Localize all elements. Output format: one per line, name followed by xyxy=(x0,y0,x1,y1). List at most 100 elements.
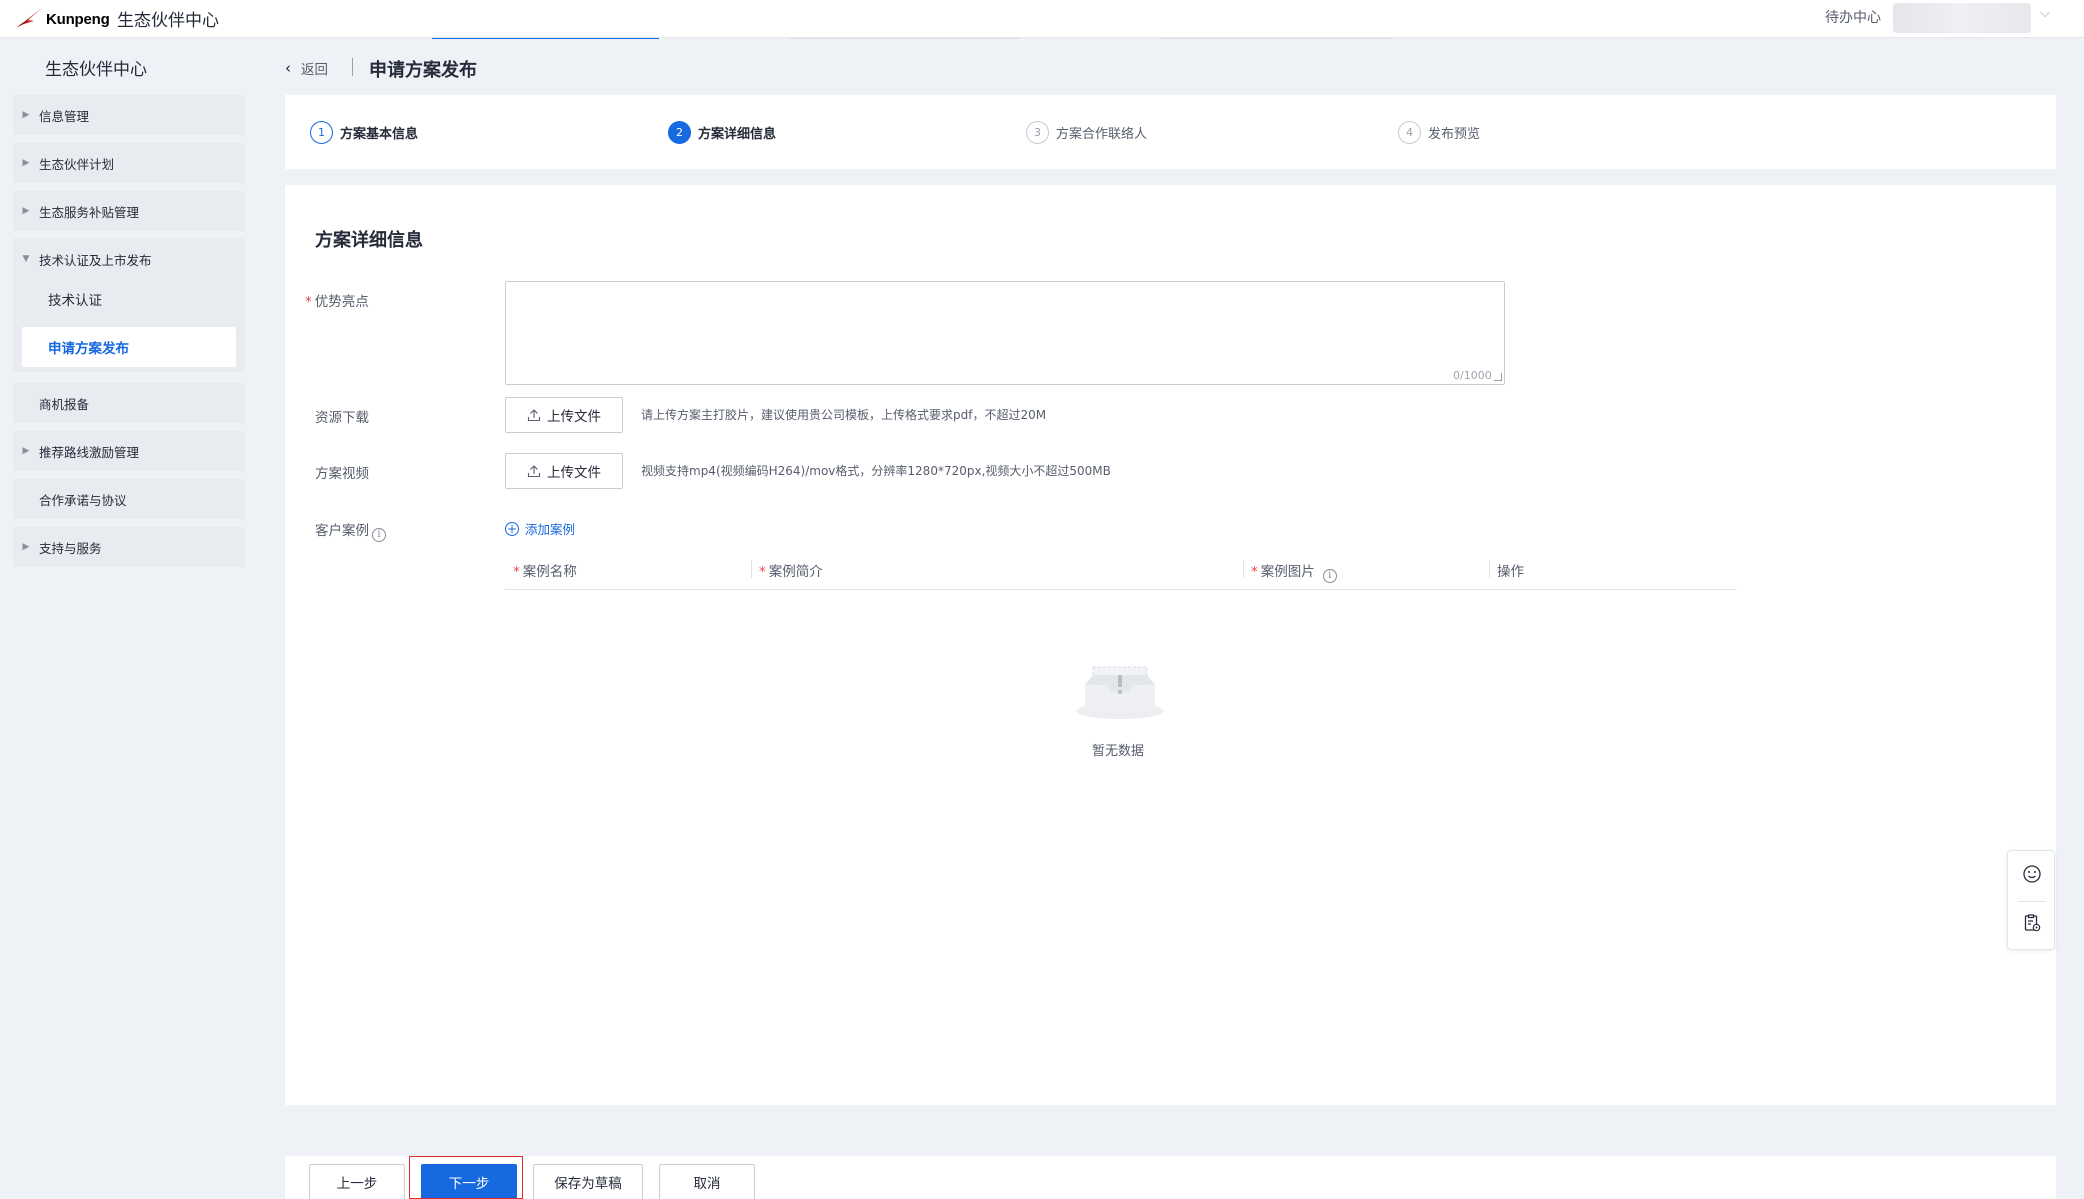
step-detail-info[interactable]: 2 方案详细信息 xyxy=(668,121,776,144)
upload-label: 上传文件 xyxy=(547,409,601,425)
step-contacts: 3 方案合作联络人 xyxy=(1026,121,1147,144)
sidebar-item-label: 生态伙伴计划 xyxy=(39,156,115,172)
sidebar-item-label: 推荐路线激励管理 xyxy=(39,444,140,460)
char-counter: 0/1000 xyxy=(1453,369,1492,382)
header-divider xyxy=(352,58,353,76)
kunpeng-bird-icon xyxy=(16,8,42,28)
caret-down-icon: ▼ xyxy=(22,254,30,264)
cases-table-header: * 案例名称 * 案例简介 * 案例图片 i 操作 xyxy=(505,557,1737,590)
info-icon[interactable]: i xyxy=(1322,568,1337,583)
advantage-label-text: 优势亮点 xyxy=(314,294,369,310)
caret-right-icon: ▶ xyxy=(22,158,30,168)
upload-label: 上传文件 xyxy=(547,465,601,481)
add-case-link[interactable]: + 添加案例 xyxy=(505,519,575,538)
sidebar-item-label: 合作承诺与协议 xyxy=(39,492,127,508)
chevron-down-icon[interactable]: ⌵ xyxy=(2040,6,2050,21)
step-basic-info[interactable]: 1 方案基本信息 xyxy=(310,121,418,144)
sidebar-title: 生态伙伴中心 xyxy=(45,60,147,80)
empty-box-icon xyxy=(1076,666,1164,719)
caret-right-icon: ▶ xyxy=(22,110,30,120)
required-mark: * xyxy=(305,294,312,310)
step-preview: 4 发布预览 xyxy=(1398,121,1480,144)
advantage-label: * 优势亮点 xyxy=(305,290,369,310)
add-case-label: 添加案例 xyxy=(525,522,576,537)
clipboard-settings-icon[interactable] xyxy=(2022,913,2042,933)
column-label: 案例简介 xyxy=(768,564,823,580)
sidebar-item-support-service[interactable]: ▶ 支持与服务 xyxy=(13,527,245,567)
cancel-button[interactable]: 取消 xyxy=(659,1164,755,1199)
save-draft-button[interactable]: 保存为草稿 xyxy=(533,1164,643,1199)
column-separator xyxy=(1243,560,1244,578)
step-label: 方案基本信息 xyxy=(340,127,419,142)
sidebar-subitem-label: 申请方案发布 xyxy=(48,341,129,357)
kunpeng-logo[interactable]: Kunpeng xyxy=(14,4,110,34)
sidebar-item-tech-cert-release[interactable]: ▼ 技术认证及上市发布 xyxy=(13,239,245,279)
caret-right-icon: ▶ xyxy=(22,542,30,552)
info-icon[interactable]: i xyxy=(372,527,386,542)
required-mark: * xyxy=(513,564,520,580)
upload-video-button[interactable]: 上传文件 xyxy=(505,453,623,489)
sidebar-subitem-tech-cert[interactable]: 技术认证 xyxy=(22,279,236,319)
cases-label-text: 客户案例 xyxy=(315,523,369,539)
steps-card xyxy=(285,95,2056,169)
sidebar-item-label: 生态服务补贴管理 xyxy=(39,204,140,220)
column-separator xyxy=(751,560,752,578)
column-separator xyxy=(1489,560,1490,578)
step-label: 方案详细信息 xyxy=(698,127,777,142)
video-label: 方案视频 xyxy=(315,466,369,482)
back-link[interactable]: ‹ 返回 xyxy=(285,58,328,78)
column-header-actions: 操作 xyxy=(1497,564,1524,580)
sidebar-item-label: 支持与服务 xyxy=(39,540,102,556)
sidebar-item-subsidy-management[interactable]: ▶ 生态服务补贴管理 xyxy=(13,191,245,231)
sidebar-item-label: 商机报备 xyxy=(39,396,90,412)
upload-resource-button[interactable]: 上传文件 xyxy=(505,397,623,433)
sidebar-item-opportunity-report[interactable]: 商机报备 xyxy=(13,383,245,423)
plus-circle-icon: + xyxy=(505,521,519,536)
required-mark: * xyxy=(759,564,766,580)
highlight-box xyxy=(409,1156,523,1199)
section-title: 方案详细信息 xyxy=(315,230,423,251)
caret-right-icon: ▶ xyxy=(22,206,30,216)
empty-state-text: 暂无数据 xyxy=(1092,744,1145,759)
step-label: 方案合作联络人 xyxy=(1056,127,1148,142)
step-label: 发布预览 xyxy=(1428,127,1481,142)
advantage-textarea[interactable] xyxy=(505,281,1505,385)
prev-step-button[interactable]: 上一步 xyxy=(309,1164,405,1199)
sidebar-item-route-incentive[interactable]: ▶ 推荐路线激励管理 xyxy=(13,431,245,471)
app-title[interactable]: 生态伙伴中心 xyxy=(117,6,219,31)
step-number: 2 xyxy=(668,121,691,144)
top-bar: Kunpeng 生态伙伴中心 待办中心 ⌵ xyxy=(0,0,2084,38)
sidebar-subitem-label: 技术认证 xyxy=(48,293,102,309)
smiley-feedback-icon[interactable] xyxy=(2022,864,2042,884)
sidebar-item-info-management[interactable]: ▶ 信息管理 xyxy=(13,95,245,135)
video-hint: 视频支持mp4(视频编码H264)/mov格式，分辨率1280*720px,视频… xyxy=(641,464,1111,478)
sidebar-subitem-apply-release[interactable]: 申请方案发布 xyxy=(22,327,236,367)
sidebar-item-cooperation-agreement[interactable]: 合作承诺与协议 xyxy=(13,479,245,519)
step-number: 1 xyxy=(310,121,333,144)
back-label: 返回 xyxy=(301,62,328,78)
todo-center-link[interactable]: 待办中心 xyxy=(1825,7,1881,27)
toolbar-separator xyxy=(2018,901,2046,902)
step-number: 3 xyxy=(1026,121,1049,144)
resize-handle[interactable] xyxy=(1494,373,1502,381)
chevron-left-icon: ‹ xyxy=(285,59,291,77)
column-header-case-name: * 案例名称 xyxy=(513,560,577,580)
resource-label: 资源下载 xyxy=(315,410,369,426)
user-account-menu[interactable] xyxy=(1893,3,2031,33)
page-title: 申请方案发布 xyxy=(369,60,477,81)
column-label: 案例名称 xyxy=(522,564,577,580)
logo-text: Kunpeng xyxy=(46,10,110,28)
required-mark: * xyxy=(1251,564,1258,580)
resource-hint: 请上传方案主打胶片，建议使用贵公司模板，上传格式要求pdf，不超过20M xyxy=(641,408,1047,422)
cases-label: 客户案例 i xyxy=(315,519,386,542)
sidebar-item-partner-plan[interactable]: ▶ 生态伙伴计划 xyxy=(13,143,245,183)
step-connector xyxy=(790,38,1020,39)
column-label: 案例图片 xyxy=(1260,564,1315,580)
step-number: 4 xyxy=(1398,121,1421,144)
upload-icon xyxy=(527,409,541,422)
upload-icon xyxy=(527,465,541,478)
floating-toolbar xyxy=(2007,850,2055,950)
sidebar-item-label: 技术认证及上市发布 xyxy=(39,252,152,268)
step-connector xyxy=(1161,38,1393,39)
column-header-case-intro: * 案例简介 xyxy=(759,560,823,580)
